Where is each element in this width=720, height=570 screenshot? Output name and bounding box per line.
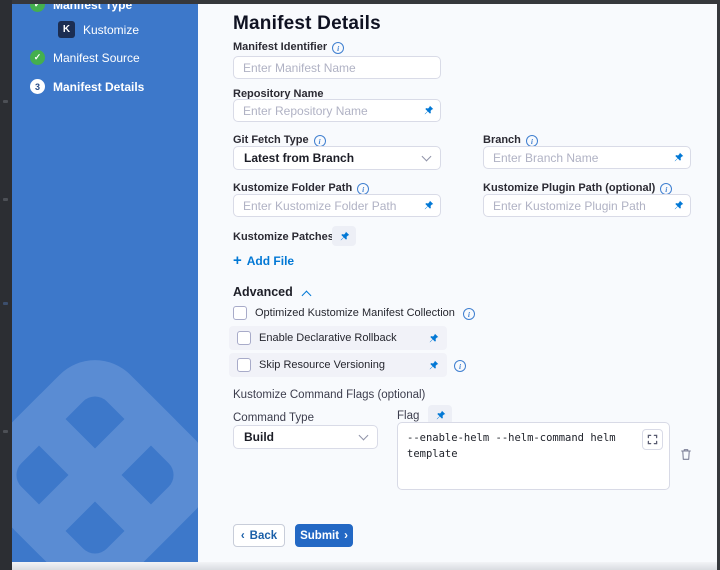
chevron-down-icon	[422, 152, 432, 162]
command-flags-section-label: Kustomize Command Flags (optional)	[233, 389, 425, 401]
command-type-select[interactable]: Build	[233, 425, 378, 449]
manifest-identifier-wrap	[233, 56, 441, 79]
kustomize-folder-path-input[interactable]	[233, 194, 441, 217]
kustomize-plugin-path-label: Kustomize Plugin Path (optional) i	[483, 182, 672, 194]
submit-button[interactable]: Submit ›	[295, 524, 353, 547]
background-left-edge	[0, 0, 12, 570]
harness-logo-watermark	[12, 350, 198, 562]
runtime-input-pin-icon	[339, 231, 350, 242]
chevron-down-icon	[359, 431, 369, 441]
runtime-input-pin-icon[interactable]	[673, 152, 684, 163]
wizard-sidebar: ✓ Manifest Type K Kustomize ✓ Manifest S…	[12, 4, 198, 562]
kustomize-icon: K	[58, 21, 75, 38]
background-bottom-edge	[12, 562, 717, 570]
background-artifact	[3, 430, 8, 433]
plus-icon: +	[233, 255, 242, 267]
step-complete-check-icon: ✓	[30, 4, 45, 12]
kustomize-plugin-path-wrap	[483, 194, 691, 217]
sidebar-step-manifest-details[interactable]: 3 Manifest Details	[30, 79, 144, 94]
chevron-up-icon	[301, 291, 311, 301]
advanced-section-toggle[interactable]: Advanced	[233, 285, 310, 299]
info-icon[interactable]: i	[332, 42, 344, 54]
step-complete-check-icon: ✓	[30, 50, 45, 65]
branch-input[interactable]	[483, 146, 691, 169]
back-button[interactable]: ‹ Back	[233, 524, 285, 547]
sidebar-step-label: Manifest Details	[53, 80, 144, 94]
command-type-label: Command Type	[233, 412, 314, 424]
sidebar-step-label: Manifest Type	[53, 4, 132, 12]
runtime-input-pin-icon[interactable]	[428, 333, 439, 344]
declarative-rollback-checkbox[interactable]	[237, 331, 251, 345]
branch-label: Branch i	[483, 134, 538, 146]
runtime-input-pin-icon[interactable]	[423, 200, 434, 211]
declarative-rollback-row: Enable Declarative Rollback	[229, 326, 447, 350]
expand-editor-button[interactable]	[642, 429, 663, 450]
page-title: Manifest Details	[233, 13, 381, 35]
optimized-collection-row: Optimized Kustomize Manifest Collection …	[233, 306, 475, 320]
delete-flag-trash-icon[interactable]	[679, 447, 693, 462]
repository-name-wrap	[233, 99, 441, 122]
runtime-input-pin-icon[interactable]	[423, 105, 434, 116]
sidebar-step-manifest-type[interactable]: ✓ Manifest Type	[30, 4, 132, 12]
manifest-details-panel: Manifest Details Manifest Identifier i R…	[198, 4, 717, 562]
manifest-identifier-input[interactable]	[233, 56, 441, 79]
background-artifact	[3, 198, 8, 201]
manifest-wizard-dialog: ✓ Manifest Type K Kustomize ✓ Manifest S…	[0, 0, 720, 570]
git-fetch-type-select[interactable]: Latest from Branch	[233, 146, 441, 170]
flag-textarea[interactable]: --enable-helm --helm-command helm templa…	[397, 422, 670, 490]
kustomize-patches-pin-button[interactable]	[332, 226, 356, 246]
optimized-collection-checkbox[interactable]	[233, 306, 247, 320]
kustomize-folder-path-wrap	[233, 194, 441, 217]
runtime-input-pin-icon	[435, 410, 446, 421]
runtime-input-pin-icon[interactable]	[673, 200, 684, 211]
kustomize-folder-path-label: Kustomize Folder Path i	[233, 182, 369, 194]
expand-icon	[647, 434, 658, 445]
info-icon[interactable]: i	[463, 308, 475, 320]
skip-versioning-row: Skip Resource Versioning	[229, 353, 447, 377]
background-artifact	[3, 100, 8, 103]
step-number-badge: 3	[30, 79, 45, 94]
sidebar-step-manifest-source[interactable]: ✓ Manifest Source	[30, 50, 140, 65]
skip-versioning-checkbox[interactable]	[237, 358, 251, 372]
repository-name-input[interactable]	[233, 99, 441, 122]
flag-textarea-wrap: --enable-helm --helm-command helm templa…	[397, 422, 670, 490]
chevron-right-icon: ›	[344, 530, 348, 542]
sidebar-step-label: Kustomize	[83, 23, 139, 37]
chevron-left-icon: ‹	[241, 530, 245, 542]
git-fetch-type-label: Git Fetch Type i	[233, 134, 326, 146]
kustomize-plugin-path-input[interactable]	[483, 194, 691, 217]
branch-wrap	[483, 146, 691, 169]
sidebar-step-kustomize[interactable]: K Kustomize	[58, 21, 139, 38]
flag-label: Flag	[397, 410, 419, 422]
sidebar-step-label: Manifest Source	[53, 51, 140, 65]
manifest-identifier-label: Manifest Identifier i	[233, 41, 344, 53]
info-icon[interactable]: i	[454, 360, 466, 372]
add-file-button[interactable]: + Add File	[233, 254, 294, 268]
background-artifact	[3, 302, 8, 305]
runtime-input-pin-icon[interactable]	[428, 360, 439, 371]
